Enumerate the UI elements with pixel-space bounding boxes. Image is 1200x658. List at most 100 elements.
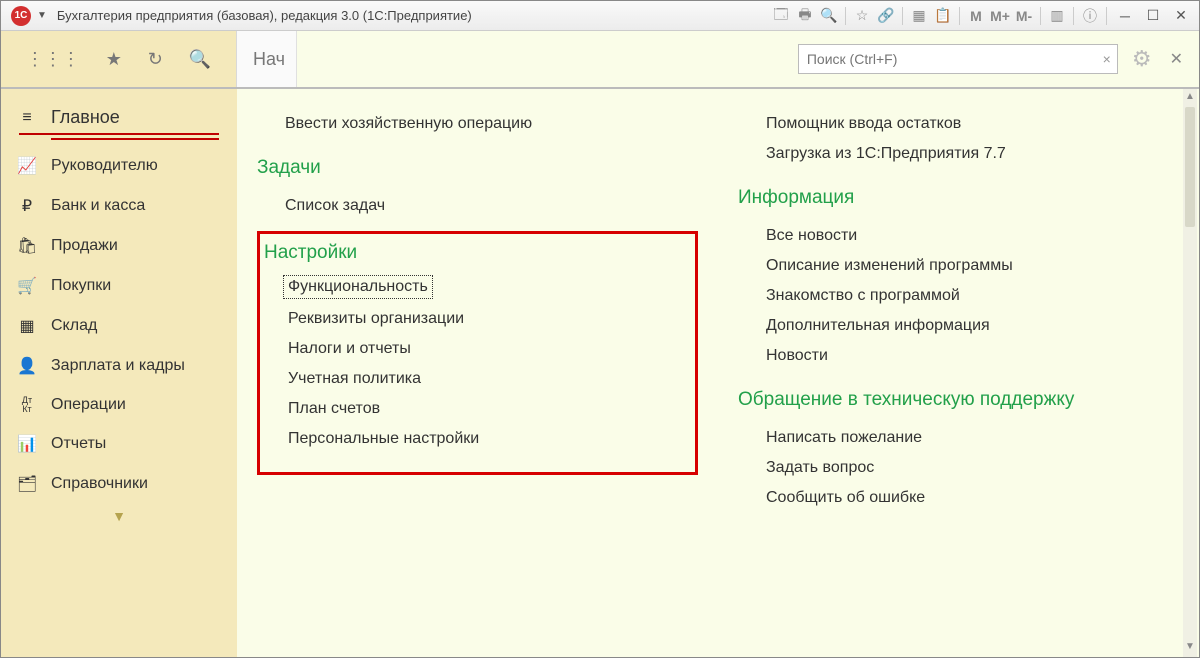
preview-icon[interactable]: 🔍	[818, 5, 840, 27]
menu-item[interactable]: Описание изменений программы	[738, 251, 1179, 281]
sidebar-item-salary[interactable]: 👤 Зарплата и кадры	[1, 346, 237, 386]
menu-item[interactable]: Написать пожелание	[738, 423, 1179, 453]
folder-icon: 🗂	[17, 474, 37, 494]
star-icon[interactable]: ☆	[851, 5, 873, 27]
sidebar-label: Продажи	[51, 237, 118, 255]
section-header-tasks: Задачи	[257, 157, 698, 179]
sidebar-label: Зарплата и кадры	[51, 357, 185, 375]
window-title: Бухгалтерия предприятия (базовая), редак…	[57, 8, 472, 23]
search-tool-icon[interactable]: 🔍	[189, 49, 211, 70]
separator	[845, 7, 846, 25]
person-icon: 👤	[17, 356, 37, 376]
calendar-icon[interactable]: 📋	[932, 5, 954, 27]
info-icon[interactable]: ⓘ	[1079, 5, 1101, 27]
sidebar-item-sales[interactable]: 🛍 Продажи	[1, 226, 237, 266]
bars-icon: 📊	[17, 434, 37, 454]
sidebar-label: Банк и касса	[51, 197, 145, 215]
menu-item[interactable]: Ввести хозяйственную операцию	[257, 109, 698, 139]
app-window: 1С ▼ Бухгалтерия предприятия (базовая), …	[0, 0, 1200, 658]
separator	[959, 7, 960, 25]
grid-icon[interactable]: ⋮⋮⋮	[26, 49, 80, 70]
menu-item[interactable]: Помощник ввода остатков	[738, 109, 1179, 139]
boxes-icon: ▦	[17, 316, 37, 336]
settings-gear-icon[interactable]: ⚙	[1132, 46, 1152, 72]
menu-item[interactable]: Знакомство с программой	[738, 281, 1179, 311]
favorite-icon[interactable]: ★	[106, 49, 122, 70]
sidebar-label: Склад	[51, 317, 97, 335]
sidebar-item-manager[interactable]: 📈 Руководителю	[1, 146, 237, 186]
menu-item[interactable]: Учетная политика	[260, 364, 683, 394]
separator	[902, 7, 903, 25]
m-minus-icon[interactable]: M-	[1013, 5, 1035, 27]
columns: Ввести хозяйственную операцию Задачи Спи…	[257, 109, 1179, 513]
menu-item[interactable]: Список задач	[257, 191, 698, 221]
sidebar-item-purchases[interactable]: 🛒 Покупки	[1, 266, 237, 306]
search-box[interactable]: ×	[798, 44, 1118, 74]
sidebar-item-warehouse[interactable]: ▦ Склад	[1, 306, 237, 346]
sidebar-label: Справочники	[51, 475, 148, 493]
sidebar-label: Главное	[51, 107, 120, 128]
menu-item-functionality[interactable]: Функциональность	[284, 276, 432, 298]
sidebar-item-bank[interactable]: ₽ Банк и касса	[1, 186, 237, 226]
main-panel: Ввести хозяйственную операцию Задачи Спи…	[237, 89, 1199, 657]
panel-icon[interactable]: ▥	[1046, 5, 1068, 27]
menu-item[interactable]: Все новости	[738, 221, 1179, 251]
scroll-down-icon[interactable]: ▼	[1183, 641, 1197, 655]
bag-icon: 🛍	[17, 236, 37, 256]
ruble-icon: ₽	[17, 196, 37, 216]
menu-item[interactable]: Новости	[738, 341, 1179, 371]
sidebar-item-main[interactable]: ≡ Главное	[1, 97, 237, 138]
right-column: Помощник ввода остатков Загрузка из 1С:П…	[738, 109, 1179, 513]
maximize-button[interactable]: ☐	[1139, 5, 1167, 27]
separator	[1073, 7, 1074, 25]
scrollbar[interactable]: ▲ ▼	[1183, 89, 1197, 657]
panel-close-icon[interactable]: ✕	[1170, 49, 1183, 69]
section-header-support: Обращение в техническую поддержку	[738, 389, 1179, 411]
menu-item[interactable]: Задать вопрос	[738, 453, 1179, 483]
menu-item[interactable]: Сообщить об ошибке	[738, 483, 1179, 513]
section-header-settings: Настройки	[264, 242, 683, 264]
search-input[interactable]	[807, 51, 1109, 67]
sidebar-label: Покупки	[51, 277, 111, 295]
active-underline	[51, 138, 219, 140]
sidebar-item-references[interactable]: 🗂 Справочники	[1, 464, 237, 504]
scroll-thumb[interactable]	[1185, 107, 1195, 227]
menu-item[interactable]: Реквизиты организации	[260, 304, 683, 334]
minimize-button[interactable]: ─	[1111, 5, 1139, 27]
history-icon[interactable]: ↻	[148, 49, 163, 70]
toolbar-left: ⋮⋮⋮ ★ ↻ 🔍	[1, 31, 237, 87]
menu-item[interactable]: План счетов	[260, 394, 683, 424]
menu-icon: ≡	[17, 109, 37, 127]
dtkt-icon: Дт Кт	[17, 396, 37, 414]
sidebar: ≡ Главное 📈 Руководителю ₽ Банк и касса …	[1, 89, 237, 657]
title-dropdown-icon[interactable]: ▼	[37, 10, 47, 21]
highlighted-settings-box: Настройки Функциональность Реквизиты орг…	[257, 231, 698, 475]
search-clear-icon[interactable]: ×	[1103, 51, 1111, 67]
sidebar-item-reports[interactable]: 📊 Отчеты	[1, 424, 237, 464]
menu-item[interactable]: Персональные настройки	[260, 424, 683, 454]
scroll-up-icon[interactable]: ▲	[1183, 91, 1197, 105]
content-row: ≡ Главное 📈 Руководителю ₽ Банк и касса …	[1, 89, 1199, 657]
calc-icon[interactable]: ▦	[908, 5, 930, 27]
menu-item[interactable]: Дополнительная информация	[738, 311, 1179, 341]
app-logo: 1С	[11, 6, 31, 26]
sidebar-label: Отчеты	[51, 435, 106, 453]
chart-icon: 📈	[17, 156, 37, 176]
separator	[1106, 7, 1107, 25]
section-header-info: Информация	[738, 187, 1179, 209]
toolbar-right: × ⚙ ✕	[297, 31, 1199, 87]
sidebar-label: Операции	[51, 396, 126, 414]
close-button[interactable]: ✕	[1167, 5, 1195, 27]
menu-item[interactable]: Загрузка из 1С:Предприятия 7.7	[738, 139, 1179, 169]
sidebar-label: Руководителю	[51, 157, 158, 175]
link-icon[interactable]: 🔗	[875, 5, 897, 27]
m-icon[interactable]: M	[965, 5, 987, 27]
menu-item[interactable]: Налоги и отчеты	[260, 334, 683, 364]
save-icon[interactable]: 🗔	[770, 5, 792, 27]
m-plus-icon[interactable]: M+	[989, 5, 1011, 27]
print-icon[interactable]: 🖶	[794, 5, 816, 27]
sidebar-expand-icon[interactable]: ▼	[1, 504, 237, 524]
tab-stub[interactable]: Нач	[237, 31, 297, 87]
sidebar-item-operations[interactable]: Дт Кт Операции	[1, 386, 237, 424]
titlebar: 1С ▼ Бухгалтерия предприятия (базовая), …	[1, 1, 1199, 31]
